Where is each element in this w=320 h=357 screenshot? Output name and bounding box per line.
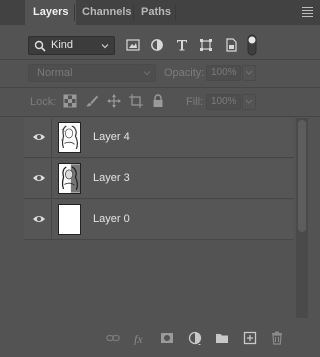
blend-mode-select[interactable]: Normal	[28, 64, 156, 82]
fill-slider-toggle[interactable]	[242, 94, 256, 110]
fill-label: Fill:	[186, 96, 204, 108]
eye-icon[interactable]	[32, 173, 46, 183]
tab-paths[interactable]: Paths	[133, 0, 179, 25]
adjustment-layer-icon[interactable]	[188, 331, 202, 345]
layers-list: Layer 4 Layer 3 Layer 0	[24, 118, 308, 318]
layer-row[interactable]: Layer 4	[24, 118, 294, 158]
svg-text:fx: fx	[134, 332, 143, 345]
tab-layers[interactable]: Layers	[25, 0, 77, 25]
type-layer-filter-icon[interactable]	[175, 38, 189, 52]
lock-artboard-icon[interactable]	[129, 94, 143, 108]
fill-input[interactable]: 100%	[206, 94, 241, 110]
lock-transparent-pixels-icon[interactable]	[63, 94, 77, 108]
layer-name: Layer 0	[93, 213, 130, 225]
chevron-down-icon	[101, 44, 109, 49]
filter-kind-select[interactable]: Kind	[28, 36, 115, 55]
opacity-input[interactable]: 100%	[206, 65, 241, 81]
divider	[0, 87, 320, 88]
lock-label: Lock:	[30, 96, 57, 108]
layer-thumbnail	[58, 163, 81, 194]
layers-panel: Layers Channels Paths Kind Normal Opacit…	[0, 0, 320, 357]
visibility-cell[interactable]	[24, 200, 52, 240]
panel-tab-bar: Layers Channels Paths	[0, 0, 320, 25]
adjustment-layer-filter-icon[interactable]	[150, 38, 164, 52]
divider	[0, 59, 320, 60]
eye-icon[interactable]	[32, 132, 46, 142]
hamburger-menu-icon[interactable]	[302, 7, 313, 18]
layer-name: Layer 3	[93, 172, 130, 184]
divider	[0, 116, 320, 117]
search-icon	[34, 40, 46, 52]
lock-image-pixels-icon[interactable]	[85, 94, 99, 108]
layers-scrollbar[interactable]	[296, 118, 308, 318]
filter-kind-label: Kind	[51, 39, 74, 51]
delete-layer-trash-icon[interactable]	[270, 331, 284, 345]
portrait-sketch-image	[59, 123, 80, 152]
layer-style-fx-icon[interactable]: fx	[134, 331, 148, 345]
filter-toggle-icon[interactable]	[247, 34, 257, 56]
layer-name: Layer 4	[93, 131, 130, 143]
lock-position-icon[interactable]	[107, 94, 121, 108]
visibility-cell[interactable]	[24, 118, 52, 158]
shape-layer-filter-icon[interactable]	[199, 38, 213, 52]
add-mask-icon[interactable]	[160, 331, 174, 345]
pixel-layer-filter-icon[interactable]	[126, 38, 140, 52]
link-layers-icon[interactable]	[106, 331, 120, 345]
scrollbar-thumb[interactable]	[298, 120, 306, 232]
new-group-folder-icon[interactable]	[215, 331, 229, 345]
opacity-slider-toggle[interactable]	[242, 65, 256, 81]
lock-all-icon[interactable]	[151, 94, 165, 108]
opacity-label: Opacity:	[164, 67, 205, 79]
chevron-down-icon	[245, 70, 253, 75]
blend-mode-value: Normal	[37, 67, 73, 79]
chevron-down-icon	[245, 99, 253, 104]
chevron-down-icon	[143, 71, 151, 76]
portrait-sketch-image	[59, 164, 80, 193]
visibility-cell[interactable]	[24, 159, 52, 199]
smart-object-filter-icon[interactable]	[224, 38, 238, 52]
layer-row[interactable]: Layer 3	[24, 159, 294, 199]
layer-thumbnail	[58, 122, 81, 153]
eye-icon[interactable]	[32, 214, 46, 224]
tab-channels[interactable]: Channels	[74, 0, 140, 25]
tab-divider	[175, 4, 176, 21]
layer-thumbnail	[58, 204, 81, 235]
layer-row[interactable]: Layer 0	[24, 200, 294, 240]
new-layer-icon[interactable]	[243, 331, 257, 345]
